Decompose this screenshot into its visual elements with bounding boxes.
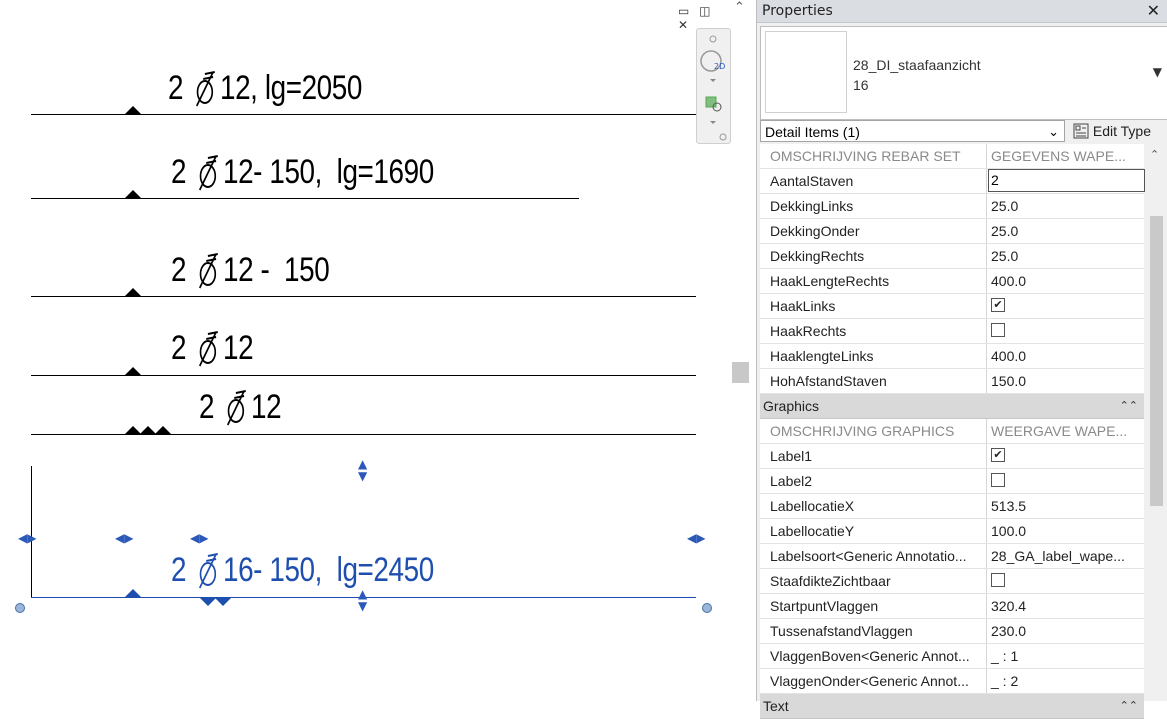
properties-scroll-thumb[interactable] [1150,216,1163,506]
end-grip[interactable] [702,603,712,613]
property-row-label1[interactable]: Label1 ✔ [760,444,1144,469]
type-preview-image [765,31,847,113]
property-row[interactable]: DekkingRechts 25.0 [760,244,1144,269]
chevron-down-icon: ⌄ [1048,124,1059,139]
diameter-icon [199,155,219,191]
property-row-haakrechts[interactable]: HaakRechts [760,319,1144,344]
diameter-icon [199,553,219,589]
close-icon[interactable]: ✕ [1147,0,1160,22]
edit-type-button[interactable]: Edit Type [1073,120,1151,142]
properties-title: Properties [762,3,833,19]
property-row-header: OMSCHRIJVING REBAR SET GEGEVENS WAPE... [760,144,1144,169]
edit-type-icon [1073,123,1089,139]
property-row-aantalstaven[interactable]: AantalStaven 2 [760,169,1145,194]
flag-marker [125,190,141,198]
property-row-haaklinks[interactable]: HaakLinks ✔ [760,294,1144,319]
grip-arrow-horizontal[interactable]: ◀▶ [115,532,133,544]
flag-marker [140,426,156,434]
rebar-line[interactable] [31,296,696,297]
type-name: 28_DI_staafaanzicht 16 [853,57,981,93]
flag-marker [125,589,141,597]
collapse-icon[interactable]: ⌃⌃ [1120,394,1138,418]
property-row[interactable]: StartpuntVlaggen 320.4 [760,594,1144,619]
drawing-canvas[interactable]: 2 12, lg=2050 2 12- 150, lg=1690 2 12 - … [0,0,732,701]
property-row[interactable]: TussenafstandVlaggen 230.0 [760,619,1144,644]
diameter-icon [199,253,219,289]
property-row[interactable]: LabellocatieY 100.0 [760,519,1144,544]
section-graphics[interactable]: Graphics ⌃⌃ [760,394,1144,419]
property-row[interactable]: HaakLengteRechts 400.0 [760,269,1144,294]
canvas-scroll-thumb[interactable] [732,362,749,383]
aantalstaven-input[interactable]: 2 [988,169,1145,192]
type-dropdown-icon[interactable]: ▼ [1153,65,1162,79]
property-row[interactable]: DekkingLinks 25.0 [760,194,1144,219]
property-row[interactable]: HaaklengteLinks 400.0 [760,344,1144,369]
rebar-label[interactable]: 2 12, lg=2050 [168,68,362,108]
property-row[interactable]: VlaggenOnder<Generic Annot... _ : 2 [760,669,1144,694]
grip-arrow-horizontal[interactable]: ◀▶ [190,532,208,544]
property-row-staafdikte[interactable]: StaafdikteZichtbaar [760,569,1144,594]
element-filter-dropdown[interactable]: Detail Items (1) ⌄ [760,120,1065,142]
haaklinks-checkbox[interactable]: ✔ [991,298,1005,313]
grip-arrow-horizontal[interactable]: ◀▶ [687,532,705,544]
rebar-line[interactable] [31,114,696,115]
property-row[interactable]: DekkingOnder 25.0 [760,219,1144,244]
rebar-label[interactable]: 2 12 [199,387,282,427]
rebar-label[interactable]: 2 12- 150, lg=1690 [171,152,434,192]
canvas-scroll-up-icon[interactable]: ⌃ [734,0,745,15]
type-selector[interactable]: 28_DI_staafaanzicht 16 ▼ [760,26,1167,120]
rebar-label-selected[interactable]: 2 16- 150, lg=2450 [171,550,434,590]
rebar-line[interactable] [31,198,579,199]
flag-marker-below [215,598,231,606]
scroll-up-icon[interactable]: ⌃ [1150,148,1159,161]
property-row-label2[interactable]: Label2 [760,469,1144,494]
flag-marker-below [200,598,216,606]
staafdikte-checkbox[interactable] [991,573,1005,588]
flag-marker [155,426,171,434]
property-row[interactable]: HohAfstandStaven 150.0 [760,369,1144,394]
properties-grid: OMSCHRIJVING REBAR SET GEGEVENS WAPE... A… [760,144,1145,719]
properties-scrollbar[interactable]: ⌃ [1146,144,1166,701]
label1-checkbox[interactable]: ✔ [991,448,1005,463]
flag-marker [125,426,141,434]
rebar-line[interactable] [31,375,696,376]
haakrechts-checkbox[interactable] [991,323,1005,338]
grip-arrow-horizontal[interactable]: ◀▶ [18,532,36,544]
property-row[interactable]: Labelsoort<Generic Annotatio... 28_GA_lab… [760,544,1144,569]
svg-text:2D: 2D [714,62,725,71]
navigation-bar-icons: 2D [700,35,727,141]
rebar-label[interactable]: 2 12 - 150 [171,250,330,290]
grip-arrow-vertical[interactable]: ▲ ▼ [358,458,367,482]
grip-arrow-vertical[interactable]: ▲ ▼ [358,588,367,612]
properties-panel: Properties ✕ 28_DI_staafaanzicht 16 ▼ De… [756,0,1167,719]
properties-title-bar: Properties ✕ [757,0,1167,23]
navigation-bar[interactable]: 2D [696,28,731,144]
flag-marker [125,288,141,296]
diameter-icon [196,71,216,107]
property-row-header: OMSCHRIJVING GRAPHICS WEERGAVE WAPE... [760,419,1144,444]
diameter-icon [199,331,219,367]
collapse-icon[interactable]: ⌃⌃ [1120,694,1138,718]
section-text[interactable]: Text ⌃⌃ [760,694,1144,719]
property-row[interactable]: LabellocatieX 513.5 [760,494,1144,519]
end-grip[interactable] [15,603,25,613]
rebar-label[interactable]: 2 12 [171,328,254,368]
rebar-line[interactable] [31,434,696,435]
flag-marker [125,106,141,114]
flag-marker [125,367,141,375]
diameter-icon [227,390,247,426]
label2-checkbox[interactable] [991,473,1005,488]
property-row[interactable]: VlaggenBoven<Generic Annot... _ : 1 [760,644,1144,669]
